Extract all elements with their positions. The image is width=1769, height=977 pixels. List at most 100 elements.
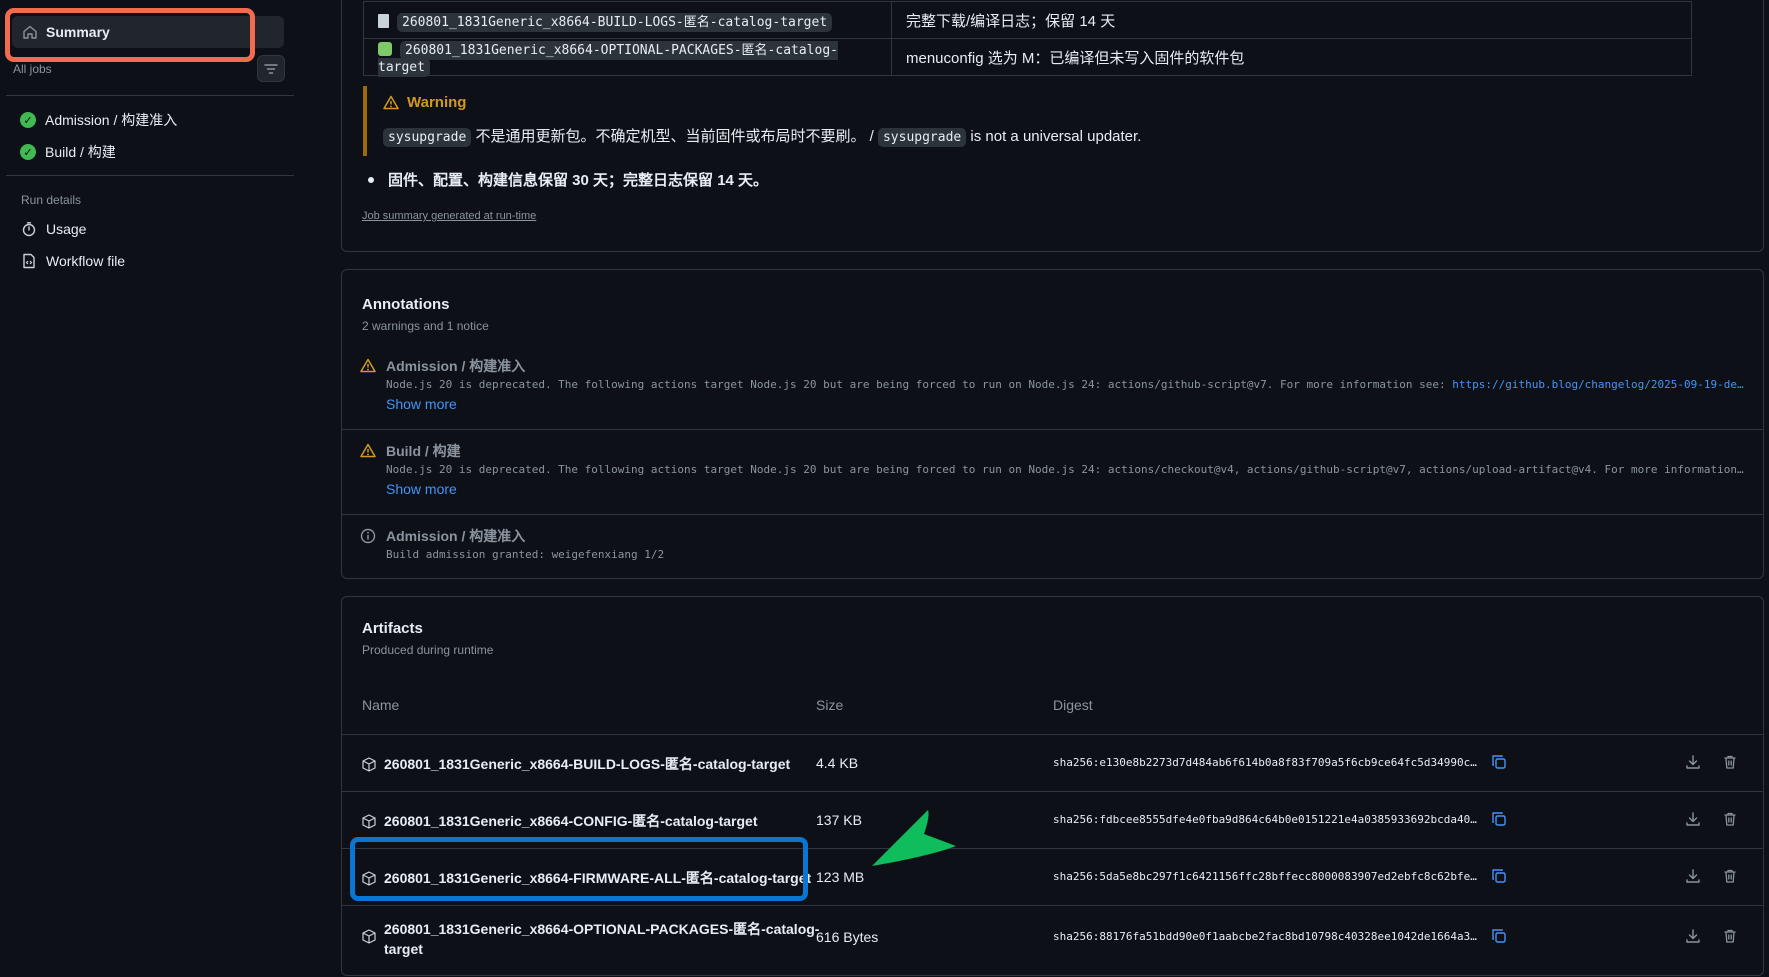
column-header-name: Name: [362, 697, 400, 713]
artifact-size: 4.4 KB: [816, 755, 859, 771]
info-icon: [360, 528, 376, 544]
table-row: 260801_1831Generic_x8664-OPTIONAL-PACKAG…: [363, 38, 1692, 77]
inline-code: sysupgrade: [877, 128, 967, 147]
package-icon: [362, 929, 376, 944]
artifact-digest: sha256:e130e8b2273d7d484ab6f614b0a8f83f7…: [1053, 756, 1483, 769]
show-more-link[interactable]: Show more: [386, 396, 457, 412]
table-cell: 260801_1831Generic_x8664-BUILD-LOGS-匿名-c…: [363, 1, 892, 39]
warning-title-text: Warning: [407, 94, 467, 111]
warning-title: Warning: [383, 94, 1463, 111]
download-icon[interactable]: [1685, 928, 1701, 944]
summary-table: 260801_1831Generic_x8664-BUILD-LOGS-匿名-c…: [363, 1, 1692, 77]
table-row: 260801_1831Generic_x8664-FIRMWARE-ALL-匿名…: [342, 848, 1763, 905]
annotation-title: Build / 构建: [386, 443, 461, 459]
file-icon: [23, 253, 35, 269]
artifacts-subtitle: Produced during runtime: [362, 643, 494, 657]
artifact-name[interactable]: 260801_1831Generic_x8664-FIRMWARE-ALL-匿名…: [362, 868, 811, 888]
filter-button[interactable]: [257, 55, 285, 82]
column-header-size: Size: [816, 697, 844, 713]
annotation-message: Build admission granted: weigefenxiang 1…: [386, 548, 665, 561]
sidebar-job-label: Admission / 构建准入: [45, 112, 178, 128]
artifact-name-code: 260801_1831Generic_x8664-BUILD-LOGS-匿名-c…: [397, 12, 833, 32]
sidebar-job-label: Build / 构建: [45, 144, 116, 160]
annotation-message-text: Node.js 20 is deprecated. The following …: [386, 378, 1453, 391]
all-jobs-label: All jobs: [13, 62, 52, 76]
run-details-heading: Run details: [21, 193, 82, 207]
alert-icon: [360, 443, 376, 458]
artifacts-title: Artifacts: [362, 620, 423, 637]
sidebar-job-build[interactable]: ✓ Build / 构建: [20, 142, 116, 162]
artifact-digest: sha256:fdbcee8555dfe4e0fba9d864c64b0e015…: [1053, 813, 1483, 826]
document-icon: [378, 13, 389, 28]
package-icon: [362, 756, 376, 772]
copy-icon[interactable]: [1491, 811, 1507, 827]
inline-code: sysupgrade: [383, 128, 472, 147]
sidebar-link-usage[interactable]: Usage: [21, 221, 86, 237]
annotation-message: Node.js 20 is deprecated. The following …: [386, 463, 1744, 476]
copy-icon[interactable]: [1491, 928, 1507, 944]
table-row: 260801_1831Generic_x8664-OPTIONAL-PACKAG…: [342, 905, 1763, 977]
alert-icon: [383, 95, 399, 110]
artifacts-table-header: Name Size Digest: [342, 697, 1763, 732]
download-icon[interactable]: [1685, 811, 1701, 827]
trash-icon[interactable]: [1722, 811, 1738, 827]
column-header-digest: Digest: [1053, 697, 1093, 713]
artifact-name[interactable]: 260801_1831Generic_x8664-BUILD-LOGS-匿名-c…: [362, 754, 790, 774]
sidebar-job-admission[interactable]: ✓ Admission / 构建准入: [20, 110, 177, 130]
artifact-name-text: 260801_1831Generic_x8664-FIRMWARE-ALL-匿名…: [384, 870, 812, 886]
annotation-link[interactable]: https://github.blog/changelog/2025-09-19…: [1452, 378, 1743, 391]
list-item: 固件、配置、构建信息保留 30 天；完整日志保留 14 天。: [368, 169, 768, 190]
filter-icon: [264, 63, 278, 74]
sidebar-link-label: Usage: [46, 221, 87, 237]
copy-icon[interactable]: [1491, 754, 1507, 770]
warning-callout: Warning sysupgrade 不是通用更新包。不确定机型、当前固件或布局…: [363, 86, 1463, 156]
annotation-message: Node.js 20 is deprecated. The following …: [386, 378, 1751, 391]
puzzle-icon: [378, 42, 392, 56]
arrow-pointer-icon: [872, 810, 956, 866]
table-cell: menuconfig 选为 M：已编译但未写入固件的软件包: [891, 38, 1692, 76]
annotations-title: Annotations: [362, 296, 450, 313]
artifact-name[interactable]: 260801_1831Generic_x8664-OPTIONAL-PACKAG…: [362, 919, 819, 959]
sidebar-item-summary[interactable]: Summary: [12, 16, 284, 48]
artifact-name-line: 260801_1831Generic_x8664-OPTIONAL-PACKAG…: [384, 921, 820, 937]
artifact-name-code: 260801_1831Generic_x8664-OPTIONAL-PACKAG…: [378, 41, 838, 77]
table-row: 260801_1831Generic_x8664-CONFIG-匿名-catal…: [342, 791, 1763, 848]
artifact-size: 123 MB: [816, 869, 865, 885]
download-icon[interactable]: [1685, 754, 1701, 770]
summary-generated-note[interactable]: Job summary generated at run-time: [362, 210, 536, 222]
trash-icon[interactable]: [1722, 928, 1738, 944]
package-icon: [362, 813, 376, 829]
home-icon: [23, 25, 37, 39]
artifact-digest: sha256:88176fa51bdd90e0f1aabcbe2fac8bd10…: [1053, 930, 1483, 943]
artifacts-card: Artifacts Produced during runtime Name S…: [341, 596, 1764, 976]
annotations-subtitle: 2 warnings and 1 notice: [362, 319, 489, 333]
warning-text-part: 不是通用更新包。不确定机型、当前固件或布局时不要刷。 /: [471, 128, 878, 145]
sidebar-link-workflow-file[interactable]: Workflow file: [21, 253, 125, 269]
trash-icon[interactable]: [1722, 868, 1738, 884]
check-circle-icon: ✓: [20, 144, 36, 160]
sidebar-link-label: Workflow file: [46, 253, 126, 269]
artifact-size: 137 KB: [816, 812, 862, 828]
trash-icon[interactable]: [1722, 754, 1738, 770]
show-more-link[interactable]: Show more: [386, 481, 457, 497]
sidebar-divider: [6, 175, 294, 176]
list-item-text: 固件、配置、构建信息保留 30 天；完整日志保留 14 天。: [388, 172, 769, 189]
sidebar-divider: [6, 95, 294, 96]
table-cell: 完整下载/编译日志；保留 14 天: [891, 1, 1692, 39]
copy-icon[interactable]: [1491, 868, 1507, 884]
bullet-dot: [368, 176, 374, 183]
annotation-divider: [342, 429, 1763, 430]
warning-text-part: is not a universal updater.: [966, 128, 1142, 145]
check-circle-icon: ✓: [20, 112, 36, 128]
artifact-name-text: 260801_1831Generic_x8664-CONFIG-匿名-catal…: [384, 813, 758, 829]
artifact-digest: sha256:5da5e8bc297f1c6421156ffc28bffecc8…: [1053, 870, 1483, 883]
job-summary-card: 260801_1831Generic_x8664-BUILD-LOGS-匿名-c…: [341, 0, 1764, 252]
artifact-name[interactable]: 260801_1831Generic_x8664-CONFIG-匿名-catal…: [362, 811, 758, 831]
annotation-divider: [342, 514, 1763, 515]
table-cell: 260801_1831Generic_x8664-OPTIONAL-PACKAG…: [363, 38, 892, 77]
table-row: 260801_1831Generic_x8664-BUILD-LOGS-匿名-c…: [363, 1, 1692, 39]
stopwatch-icon: [22, 222, 36, 237]
annotations-card: Annotations 2 warnings and 1 notice Admi…: [341, 269, 1764, 579]
artifact-name-text: 260801_1831Generic_x8664-OPTIONAL-PACKAG…: [384, 919, 819, 959]
download-icon[interactable]: [1685, 868, 1701, 884]
